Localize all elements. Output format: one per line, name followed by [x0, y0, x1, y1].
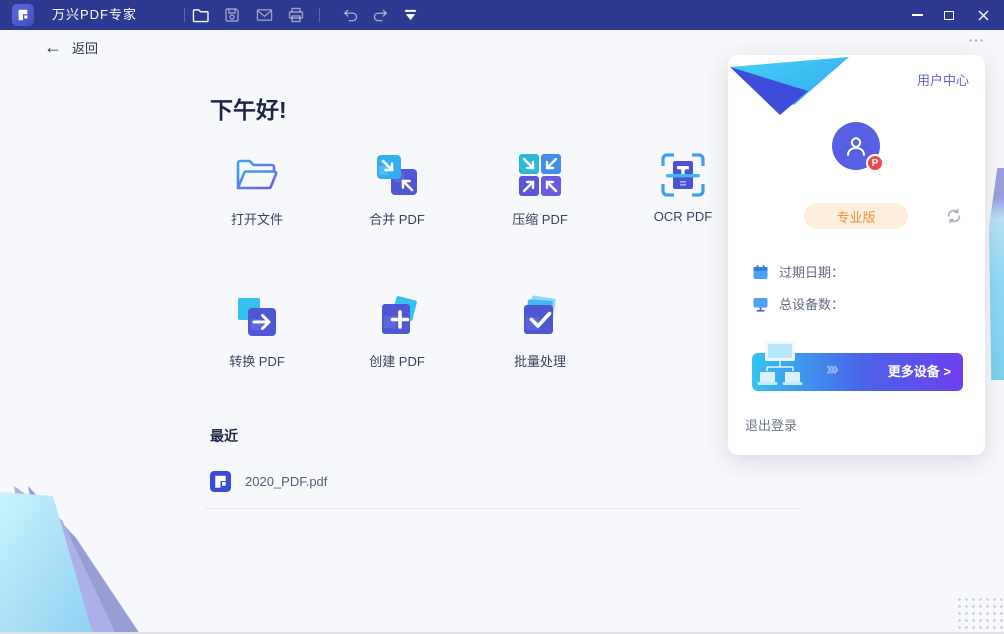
titlebar: 万兴PDF专家 [0, 0, 1004, 30]
compress-pdf-icon [518, 150, 562, 200]
expiry-date-label: 过期日期： [779, 262, 844, 281]
close-button[interactable] [966, 0, 1000, 30]
divider [205, 508, 800, 509]
action-create-pdf[interactable]: 创建 PDF [335, 292, 459, 384]
logout-button[interactable]: 退出登录 [745, 415, 797, 434]
app-logo-icon [12, 4, 34, 26]
toolbar-separator [184, 8, 185, 22]
avatar[interactable]: P [832, 122, 880, 170]
action-label: 转换 PDF [229, 351, 285, 370]
paper-edge-decoration [989, 168, 1004, 380]
maximize-button[interactable] [932, 0, 966, 30]
convert-pdf-icon [235, 292, 279, 342]
open-file-icon[interactable] [188, 3, 212, 27]
paper-stack-decoration [0, 480, 140, 634]
user-center-title: 用户中心 [917, 70, 969, 89]
greeting-text: 下午好! [210, 91, 287, 125]
user-center-panel: 用户中心 P 专业版 [728, 55, 985, 455]
back-button[interactable]: ← 返回 [44, 36, 98, 58]
back-label: 返回 [72, 38, 98, 57]
expiry-date-row: 过期日期： [752, 262, 854, 281]
toolbar-separator [319, 8, 320, 22]
plan-badge: 专业版 [804, 203, 908, 229]
action-label: 合并 PDF [369, 209, 425, 228]
print-icon[interactable] [284, 3, 308, 27]
action-convert-pdf[interactable]: 转换 PDF [195, 292, 319, 384]
app-title: 万兴PDF专家 [52, 0, 137, 30]
action-merge-pdf[interactable]: 合并 PDF [335, 150, 459, 242]
monitor-icon [752, 296, 769, 312]
open-folder-icon [234, 150, 280, 200]
email-icon[interactable] [252, 3, 276, 27]
device-count-label: 总设备数： [779, 294, 844, 313]
devices-network-icon [756, 338, 806, 394]
redo-icon[interactable] [368, 3, 392, 27]
action-label: OCR PDF [654, 209, 713, 224]
action-ocr-pdf[interactable]: OCR PDF [621, 150, 745, 242]
create-pdf-icon [375, 292, 419, 342]
save-icon[interactable] [220, 3, 244, 27]
ocr-pdf-icon [661, 150, 705, 200]
dot-pattern-decoration [956, 596, 1004, 632]
action-label: 创建 PDF [369, 351, 425, 370]
pdf-file-icon [210, 471, 231, 492]
action-label: 打开文件 [231, 209, 283, 228]
minimize-button[interactable] [900, 0, 934, 30]
recent-section-title: 最近 [210, 426, 238, 446]
back-arrow-icon: ← [44, 36, 62, 58]
action-label: 压缩 PDF [512, 209, 568, 228]
action-open-file[interactable]: 打开文件 [195, 150, 319, 242]
action-label: 批量处理 [514, 351, 566, 370]
more-devices-label: 更多设备 > [888, 353, 951, 391]
action-compress-pdf[interactable]: 压缩 PDF [478, 150, 602, 242]
chevrons-icon: ››› [826, 359, 836, 381]
device-count-row: 总设备数： [752, 294, 854, 313]
merge-pdf-icon [375, 150, 419, 200]
refresh-icon[interactable] [945, 207, 963, 225]
recent-file-name: 2020_PDF.pdf [245, 474, 327, 489]
paper-plane-decoration [728, 55, 853, 117]
quick-tools-icon[interactable] [398, 3, 422, 27]
more-devices-banner[interactable]: ››› 更多设备 > [752, 353, 963, 391]
app-window: 万兴PDF专家 ← 返回 [0, 0, 1004, 634]
undo-icon[interactable] [338, 3, 362, 27]
action-batch-process[interactable]: 批量处理 [478, 292, 602, 384]
recent-file-row[interactable]: 2020_PDF.pdf [210, 464, 770, 498]
batch-process-icon [518, 292, 562, 342]
pro-badge-icon: P [866, 154, 884, 172]
more-options-icon[interactable]: ··· [962, 33, 992, 49]
calendar-icon [752, 264, 769, 280]
